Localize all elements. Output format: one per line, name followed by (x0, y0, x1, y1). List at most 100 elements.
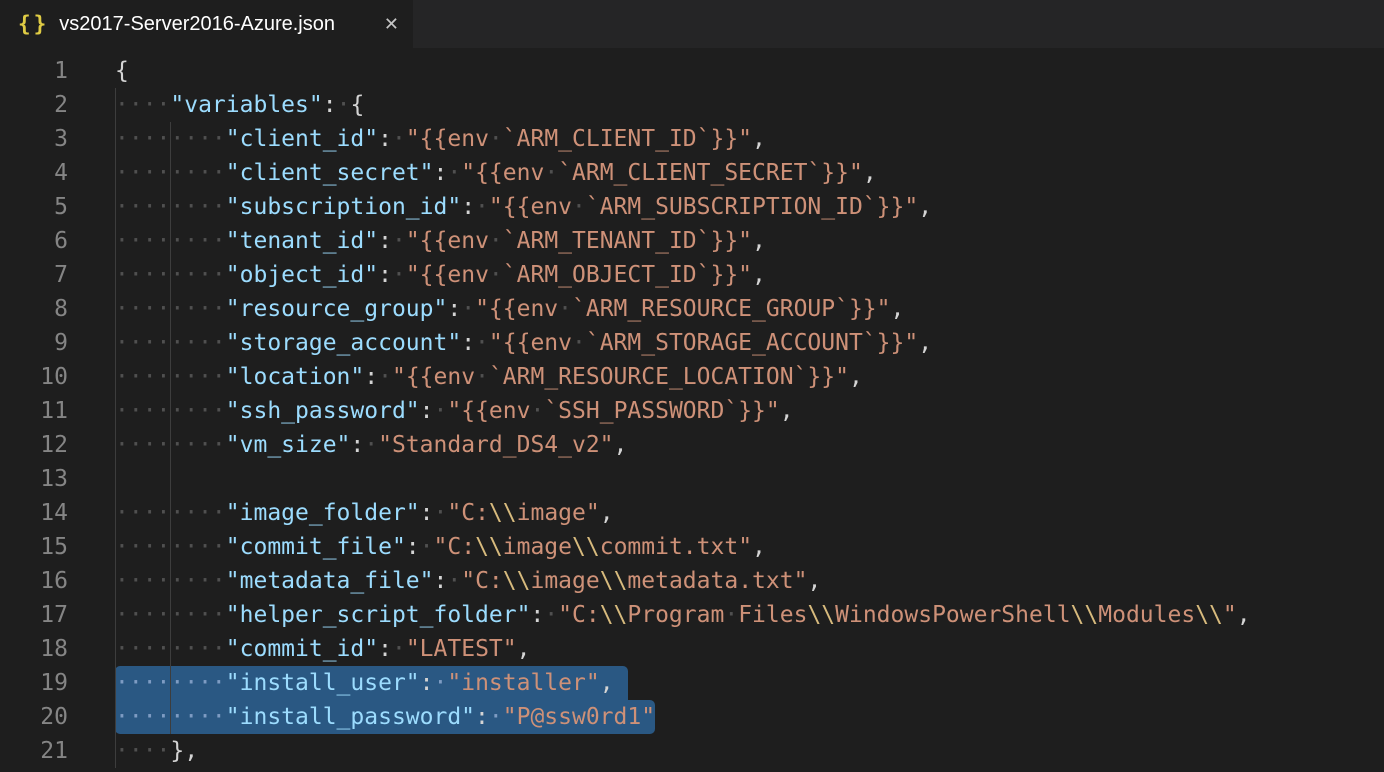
whitespace-dots: ···· (115, 738, 170, 764)
line-number-9[interactable]: 9 (0, 326, 68, 360)
code-line-17[interactable]: 17 ········"helper_script_folder":·"C:\\P… (0, 598, 1384, 632)
token-s: "{{env (392, 364, 475, 390)
line-number-16[interactable]: 16 (0, 564, 68, 598)
token-p: , (600, 500, 614, 526)
whitespace-dots: ········ (115, 398, 226, 424)
line-number-1[interactable]: 1 (0, 54, 68, 88)
line-number-17[interactable]: 17 (0, 598, 68, 632)
whitespace-dots: · (461, 296, 475, 322)
code-content: { (115, 54, 129, 88)
token-p: : (378, 228, 392, 254)
token-e: \\ (475, 534, 503, 560)
close-icon[interactable]: ✕ (384, 14, 399, 35)
token-k: "object_id" (226, 262, 378, 288)
token-p: { (350, 92, 364, 118)
tab-vs2017-server2016-azure-json[interactable]: {} vs2017-Server2016-Azure.json ✕ (0, 0, 413, 48)
token-p: , (807, 568, 821, 594)
token-p: , (614, 432, 628, 458)
code-line-18[interactable]: 18 ········"commit_id":·"LATEST", (0, 632, 1384, 666)
token-k: "metadata_file" (226, 568, 434, 594)
line-number-21[interactable]: 21 (0, 734, 68, 768)
code-line-19[interactable]: 19 ········"install_user":·"installer", (0, 666, 1384, 700)
token-p: , (600, 670, 614, 696)
token-p: , (918, 330, 932, 356)
line-number-5[interactable]: 5 (0, 190, 68, 224)
token-s: image" (517, 500, 600, 526)
whitespace-dots: · (378, 364, 392, 390)
code-line-8[interactable]: 8 ········"resource_group":·"{{env·`ARM_R… (0, 292, 1384, 326)
token-s: `ARM_CLIENT_ID`}}" (503, 126, 752, 152)
token-s: metadata.txt" (627, 568, 807, 594)
line-number-6[interactable]: 6 (0, 224, 68, 258)
line-number-20[interactable]: 20 (0, 700, 68, 734)
line-number-19[interactable]: 19 (0, 666, 68, 700)
line-number-12[interactable]: 12 (0, 428, 68, 462)
line-number-10[interactable]: 10 (0, 360, 68, 394)
code-line-12[interactable]: 12········"vm_size":·"Standard_DS4_v2", (0, 428, 1384, 462)
token-p: : (447, 296, 461, 322)
token-p: , (752, 262, 766, 288)
code-line-11[interactable]: 11········"ssh_password":·"{{env·`SSH_PA… (0, 394, 1384, 428)
line-number-7[interactable]: 7 (0, 258, 68, 292)
line-number-15[interactable]: 15 (0, 530, 68, 564)
code-line-16[interactable]: 16········"metadata_file":·"C:\\image\\m… (0, 564, 1384, 598)
whitespace-dots: ········ (115, 602, 226, 628)
code-line-7[interactable]: 7········"object_id":·"{{env·`ARM_OBJECT… (0, 258, 1384, 292)
editor-rows: 1{2····"variables":·{3········"client_id… (0, 54, 1384, 768)
token-s: "{{env (406, 126, 489, 152)
token-e: \\ (489, 500, 517, 526)
line-number-14[interactable]: 14 (0, 496, 68, 530)
code-line-21[interactable]: 21····}, (0, 734, 1384, 768)
code-line-20[interactable]: 20········"install_password":·"P@ssw0rd1… (0, 700, 1384, 734)
token-p: : (461, 330, 475, 356)
whitespace-dots: ········ (115, 534, 226, 560)
whitespace-dots: ···· (115, 92, 170, 118)
line-number-13[interactable]: 13 (0, 462, 68, 496)
token-s: `ARM_TENANT_ID`}}" (503, 228, 752, 254)
whitespace-dots: · (489, 228, 503, 254)
whitespace-dots: ········ (115, 194, 226, 220)
token-s: image (503, 534, 572, 560)
code-content: ····"variables":·{ (115, 88, 364, 122)
line-number-2[interactable]: 2 (0, 88, 68, 122)
token-k: "commit_file" (226, 534, 406, 560)
code-line-6[interactable]: 6········"tenant_id":·"{{env·`ARM_TENANT… (0, 224, 1384, 258)
line-number-3[interactable]: 3 (0, 122, 68, 156)
line-number-4[interactable]: 4 (0, 156, 68, 190)
token-p: : (434, 160, 448, 186)
line-number-8[interactable]: 8 (0, 292, 68, 326)
token-p: : (434, 568, 448, 594)
token-e: \\ (807, 602, 835, 628)
code-content: ········"helper_script_folder":·"C:\\Pro… (115, 598, 1251, 632)
whitespace-dots: · (434, 500, 448, 526)
whitespace-dots: · (392, 262, 406, 288)
code-line-3[interactable]: 3········"client_id":·"{{env·`ARM_CLIENT… (0, 122, 1384, 156)
code-line-5[interactable]: 5········"subscription_id":·"{{env·`ARM_… (0, 190, 1384, 224)
token-s: "{{env (461, 160, 544, 186)
code-line-2[interactable]: 2 ····"variables":·{ (0, 88, 1384, 122)
token-s: "{{env (447, 398, 530, 424)
code-line-9[interactable]: 9········"storage_account":·"{{env·`ARM_… (0, 326, 1384, 360)
editor[interactable]: 1{2····"variables":·{3········"client_id… (0, 48, 1384, 768)
token-e: \\ (1071, 602, 1099, 628)
whitespace-dots: · (475, 194, 489, 220)
selection-highlight: ········"install_user":·"installer", (115, 666, 628, 700)
code-content: ········"commit_id":·"LATEST", (115, 632, 530, 666)
token-k: "install_password" (226, 704, 475, 730)
whitespace-dots: · (489, 126, 503, 152)
token-s: Files (738, 602, 807, 628)
code-line-10[interactable]: 10········"location":·"{{env·`ARM_RESOUR… (0, 360, 1384, 394)
token-k: "location" (226, 364, 364, 390)
line-number-18[interactable]: 18 (0, 632, 68, 666)
code-line-4[interactable]: 4········"client_secret":·"{{env·`ARM_CL… (0, 156, 1384, 190)
token-p: : (420, 670, 434, 696)
whitespace-dots: · (447, 160, 461, 186)
line-number-11[interactable]: 11 (0, 394, 68, 428)
code-line-14[interactable]: 14········"image_folder":·"C:\\image", (0, 496, 1384, 530)
code-content: ········"resource_group":·"{{env·`ARM_RE… (115, 292, 904, 326)
code-line-13[interactable]: 13 (0, 462, 1384, 496)
whitespace-dots: ········ (115, 262, 226, 288)
token-k: "client_id" (226, 126, 378, 152)
code-line-15[interactable]: 15········"commit_file":·"C:\\image\\com… (0, 530, 1384, 564)
code-line-1[interactable]: 1{ (0, 54, 1384, 88)
